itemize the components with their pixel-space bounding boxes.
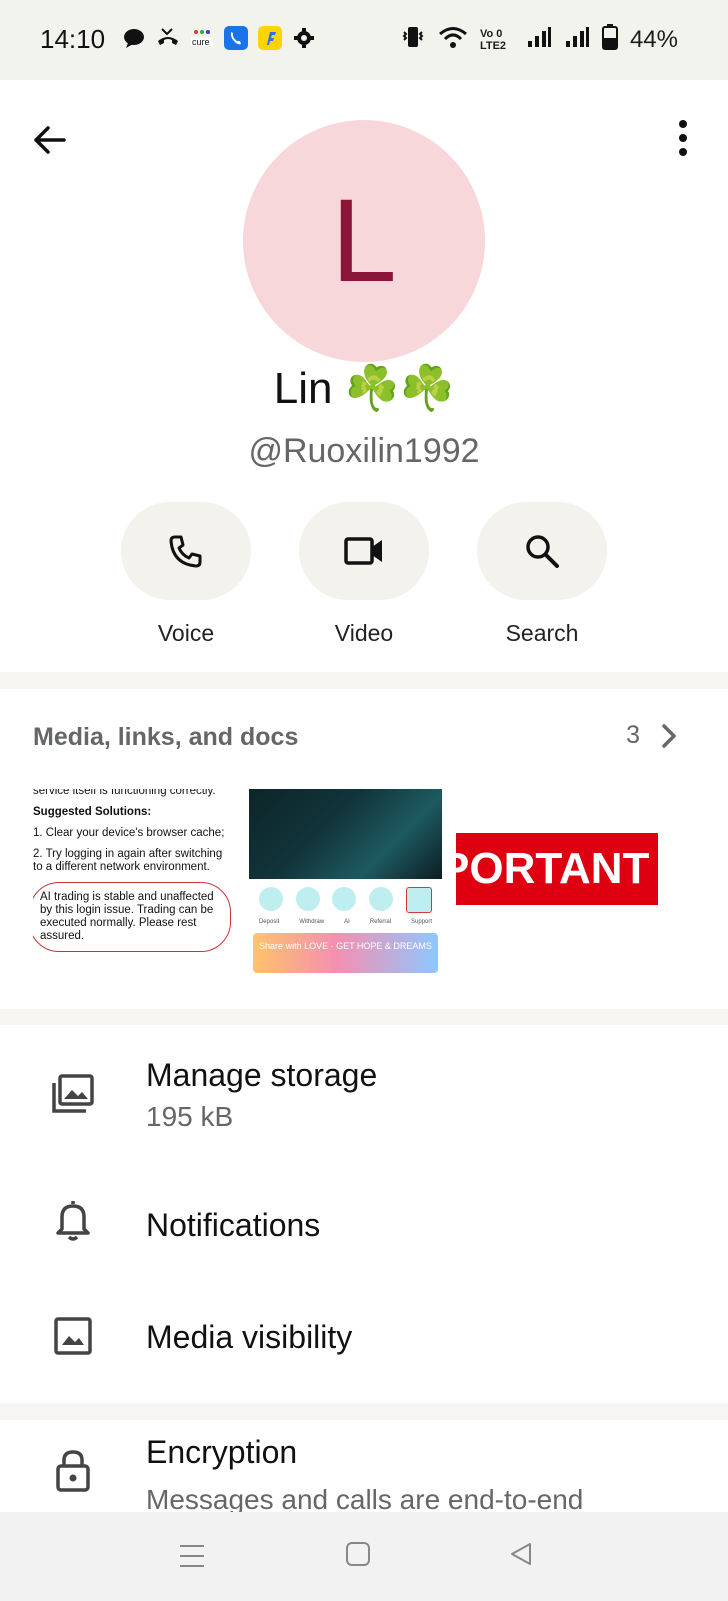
search-icon (526, 535, 559, 568)
thumb1-heading: Suggested Solutions: (33, 806, 152, 818)
thumb2-label: Support (411, 919, 433, 925)
signal-icon-2 (564, 25, 590, 54)
voice-label: Voice (157, 620, 215, 646)
support-icon (405, 887, 432, 913)
battery-icon (601, 24, 618, 55)
back-button[interactable] (30, 120, 70, 160)
thumb2-label: Withdraw (299, 919, 325, 925)
media-thumbnail-app-screen[interactable]: Deposit Withdraw AI Referral Support Sha… (249, 789, 442, 989)
withdraw-icon (295, 887, 320, 911)
status-time: 14:10 (40, 24, 106, 54)
gear-icon (292, 26, 316, 50)
thumb2-label: Deposit (258, 919, 280, 925)
manage-storage-title: Manage storage (146, 1057, 378, 1093)
media-count[interactable]: 3 (626, 721, 640, 750)
image-icon (50, 1313, 96, 1359)
square-icon (346, 1542, 370, 1566)
important-notice-text: PORTANT NOT (456, 833, 658, 905)
thumb2-label: AI (344, 919, 350, 925)
thumb2-banner: Share with LOVE · GET HOPE & DREAMS (253, 933, 438, 973)
search-label: Search (505, 620, 579, 646)
phone-app-icon (224, 26, 248, 50)
contact-username: @Ruoxilin1992 (248, 432, 480, 470)
chat-bubble-icon (122, 26, 146, 50)
avatar[interactable]: L (243, 120, 485, 362)
cure-app-icon: cure (190, 26, 214, 50)
volte-label: Vo 0 LTE2 (479, 27, 507, 52)
phone-icon (169, 535, 202, 568)
referral-icon (369, 887, 394, 911)
more-vert-icon (679, 120, 687, 156)
thumb2-header-image (249, 789, 442, 879)
battery-percent: 44% (629, 25, 678, 53)
system-navigation-bar (0, 1512, 728, 1601)
manage-storage-item[interactable]: Manage storage 195 kB (0, 1025, 728, 1165)
menu-lines-icon (180, 1545, 204, 1567)
thumb1-line: service itself is functioning correctly. (33, 789, 216, 797)
encryption-title: Encryption (146, 1434, 298, 1470)
chevron-right-icon[interactable] (658, 723, 680, 749)
media-section-title[interactable]: Media, links, and docs (33, 723, 298, 752)
photo-library-icon (50, 1071, 96, 1117)
video-label: Video (334, 620, 394, 646)
video-call-button[interactable]: Video (299, 502, 429, 647)
voice-call-button[interactable]: Voice (121, 502, 251, 647)
search-button[interactable]: Search (477, 502, 607, 647)
encryption-subtitle: Messages and calls are end-to-end (146, 1484, 584, 1512)
media-visibility-item[interactable]: Media visibility (0, 1277, 728, 1403)
media-thumbnail-important-notice[interactable]: PORTANT NOT (456, 789, 658, 989)
triangle-back-icon (511, 1543, 531, 1565)
svg-text:cure: cure (192, 37, 210, 47)
encryption-section: Encryption Messages and calls are end-to… (0, 1420, 728, 1512)
recents-menu-button[interactable] (178, 1542, 206, 1575)
thumb1-item2: 2. Try logging in again after switching … (33, 848, 223, 873)
thumb1-item1: 1. Clear your device's browser cache; (33, 827, 225, 839)
media-section: Media, links, and docs 3 service itself … (0, 689, 728, 1009)
storage-size: 195 kB (146, 1101, 234, 1132)
media-visibility-title: Media visibility (146, 1319, 353, 1355)
missed-call-icon (156, 26, 180, 50)
wifi-icon (438, 25, 468, 54)
videocam-icon (344, 537, 382, 565)
deposit-icon (259, 887, 284, 911)
lock-icon (50, 1448, 96, 1494)
profile-header: L Lin ☘️☘️ @Ruoxilin1992 Voice Video Sea… (0, 80, 728, 672)
settings-section: Manage storage 195 kB Notifications Medi… (0, 1025, 728, 1403)
thumb1-note: AI trading is stable and unaffected by t… (33, 882, 231, 952)
back-nav-button[interactable] (508, 1541, 534, 1572)
status-bar: 14:10 cure Vo 0 LTE2 44% (0, 0, 728, 80)
contact-name: Lin ☘️☘️ (273, 364, 455, 413)
vibrate-icon (400, 24, 426, 55)
notification-icons: cure (122, 26, 316, 50)
arrow-back-icon (34, 126, 66, 154)
system-icons: Vo 0 LTE2 44% (400, 24, 678, 55)
thumb2-label: Referral (369, 919, 392, 925)
notifications-title: Notifications (146, 1207, 321, 1243)
home-button[interactable] (345, 1541, 371, 1572)
ai-icon (332, 887, 357, 911)
bell-icon (50, 1197, 96, 1243)
more-options-button[interactable] (678, 118, 688, 158)
media-thumbnail-document[interactable]: service itself is functioning correctly.… (33, 789, 231, 989)
signal-icon-1 (526, 25, 552, 54)
avatar-letter: L (331, 175, 397, 307)
encryption-item[interactable]: Encryption Messages and calls are end-to… (0, 1420, 728, 1512)
flipkart-app-icon (258, 26, 282, 50)
notifications-item[interactable]: Notifications (0, 1165, 728, 1277)
